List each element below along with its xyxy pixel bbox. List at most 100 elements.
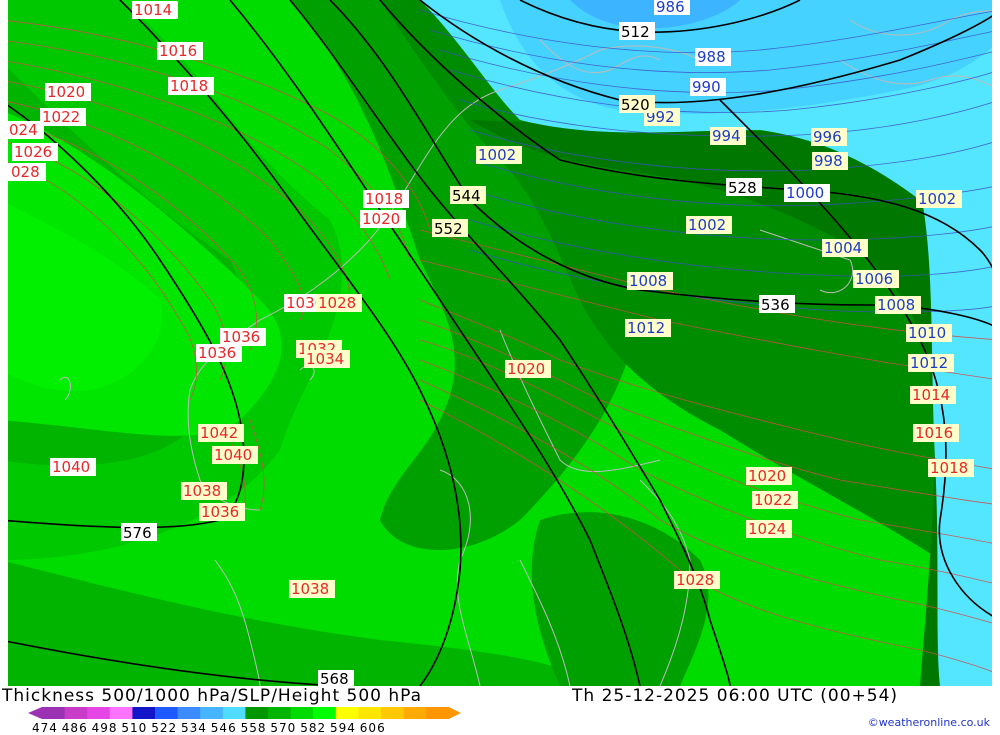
scale-swatch (64, 707, 88, 719)
svg-text:1020: 1020 (362, 210, 400, 228)
scale-arrow-right (448, 707, 461, 719)
svg-text:1040: 1040 (52, 458, 90, 476)
scale-swatch (313, 707, 337, 719)
isobar-label: 1002 (916, 190, 962, 208)
isobar-label: 996 (811, 128, 847, 146)
isobar-label: 1022 (752, 491, 798, 509)
isobar-label: 1018 (928, 459, 974, 477)
isobar-label: 1012 (625, 319, 671, 337)
isobar-label: 1034 (304, 350, 350, 368)
svg-text:1042: 1042 (200, 424, 238, 442)
svg-text:986: 986 (656, 0, 685, 16)
isobar-label: 024 (8, 121, 44, 139)
svg-text:1036: 1036 (198, 344, 236, 362)
svg-text:1028: 1028 (318, 294, 356, 312)
isobar-label: 1006 (853, 270, 899, 288)
svg-text:1026: 1026 (14, 143, 52, 161)
svg-text:1018: 1018 (365, 190, 403, 208)
height-label: 544 (450, 186, 486, 205)
scale-swatch (268, 707, 292, 719)
isobar-label: 1036 (196, 344, 242, 362)
svg-text:994: 994 (712, 127, 741, 145)
isobar-label: 1002 (686, 216, 732, 234)
height-label: 568 (318, 670, 354, 686)
isobar-label: 1036 (199, 503, 245, 521)
scale-swatch (200, 707, 224, 719)
svg-text:1038: 1038 (183, 482, 221, 500)
map-footer: Thickness 500/1000 hPa/SLP/Height 500 hP… (0, 686, 1000, 735)
svg-text:990: 990 (692, 78, 721, 96)
isobar-label: 1010 (906, 324, 952, 342)
svg-text:1012: 1012 (910, 354, 948, 372)
scale-swatch (381, 707, 405, 719)
isobar-label: 1028 (316, 294, 362, 312)
scale-swatch (426, 707, 450, 719)
isobar-label: 1008 (875, 296, 921, 314)
isobar-label: 1038 (181, 482, 227, 500)
isobar-label: 1000 (784, 184, 830, 202)
scale-swatch (132, 707, 156, 719)
isobar-label: 1012 (908, 354, 954, 372)
isobar-label: 1016 (913, 424, 959, 442)
svg-text:1036: 1036 (201, 503, 239, 521)
isobar-label: 1022 (40, 108, 86, 126)
svg-text:1010: 1010 (908, 324, 946, 342)
svg-text:1020: 1020 (47, 83, 85, 101)
isobar-label: 1008 (627, 272, 673, 290)
scale-swatch (155, 707, 179, 719)
scale-swatch (222, 707, 246, 719)
isobar-label: 1040 (212, 446, 258, 464)
scale-swatch (335, 707, 359, 719)
isobar-label: 1042 (198, 424, 244, 442)
svg-text:024: 024 (9, 121, 38, 139)
svg-text:1002: 1002 (688, 216, 726, 234)
scale-swatch (403, 707, 427, 719)
isobar-label: 1020 (360, 210, 406, 228)
svg-text:998: 998 (814, 152, 843, 170)
isobar-label: 1028 (674, 571, 720, 589)
isobar-label: 1026 (12, 143, 58, 161)
svg-text:544: 544 (452, 187, 481, 205)
isobar-label: 1016 (157, 42, 203, 60)
svg-text:536: 536 (761, 296, 790, 314)
isobar-label: 1020 (505, 360, 551, 378)
svg-text:1022: 1022 (42, 108, 80, 126)
isobar-label: 986 (654, 0, 690, 16)
scale-swatch (177, 707, 201, 719)
isobar-label: 988 (695, 48, 731, 66)
svg-text:512: 512 (621, 23, 650, 41)
svg-text:1020: 1020 (748, 467, 786, 485)
isobar-label: 1014 (910, 386, 956, 404)
weather-map: 1014 1016 1018 1020 1022 024 1026 028 10… (8, 0, 992, 686)
height-label: 528 (726, 178, 762, 197)
map-title: Thickness 500/1000 hPa/SLP/Height 500 hP… (2, 686, 423, 706)
isobar-label: 994 (710, 127, 746, 145)
isobar-label: 1002 (476, 146, 522, 164)
svg-text:1018: 1018 (930, 459, 968, 477)
svg-text:1040: 1040 (214, 446, 252, 464)
scale-swatch (109, 707, 133, 719)
scale-swatch (290, 707, 314, 719)
isobar-label: 1018 (168, 77, 214, 95)
svg-text:1028: 1028 (676, 571, 714, 589)
svg-text:1014: 1014 (134, 1, 172, 19)
isobar-label: 1024 (746, 520, 792, 538)
scale-arrow-left (28, 707, 42, 719)
svg-text:1004: 1004 (824, 239, 862, 257)
valid-time: Th 25-12-2025 06:00 UTC (00+54) (572, 686, 899, 706)
isobar-label: 1038 (289, 580, 335, 598)
isobar-label: 1004 (822, 239, 868, 257)
height-label: 576 (121, 523, 157, 542)
svg-text:1016: 1016 (915, 424, 953, 442)
scale-swatch (358, 707, 382, 719)
height-label: 536 (759, 295, 795, 314)
svg-text:1038: 1038 (291, 580, 329, 598)
scale-swatch (42, 707, 66, 719)
svg-text:1008: 1008 (877, 296, 915, 314)
isobar-label: 1040 (50, 458, 96, 476)
isobar-label: 1018 (363, 190, 409, 208)
isobar-label: 1020 (746, 467, 792, 485)
svg-text:028: 028 (11, 163, 40, 181)
isobar-label: 1014 (132, 1, 178, 19)
credit-link[interactable]: ©weatheronline.co.uk (868, 716, 990, 729)
